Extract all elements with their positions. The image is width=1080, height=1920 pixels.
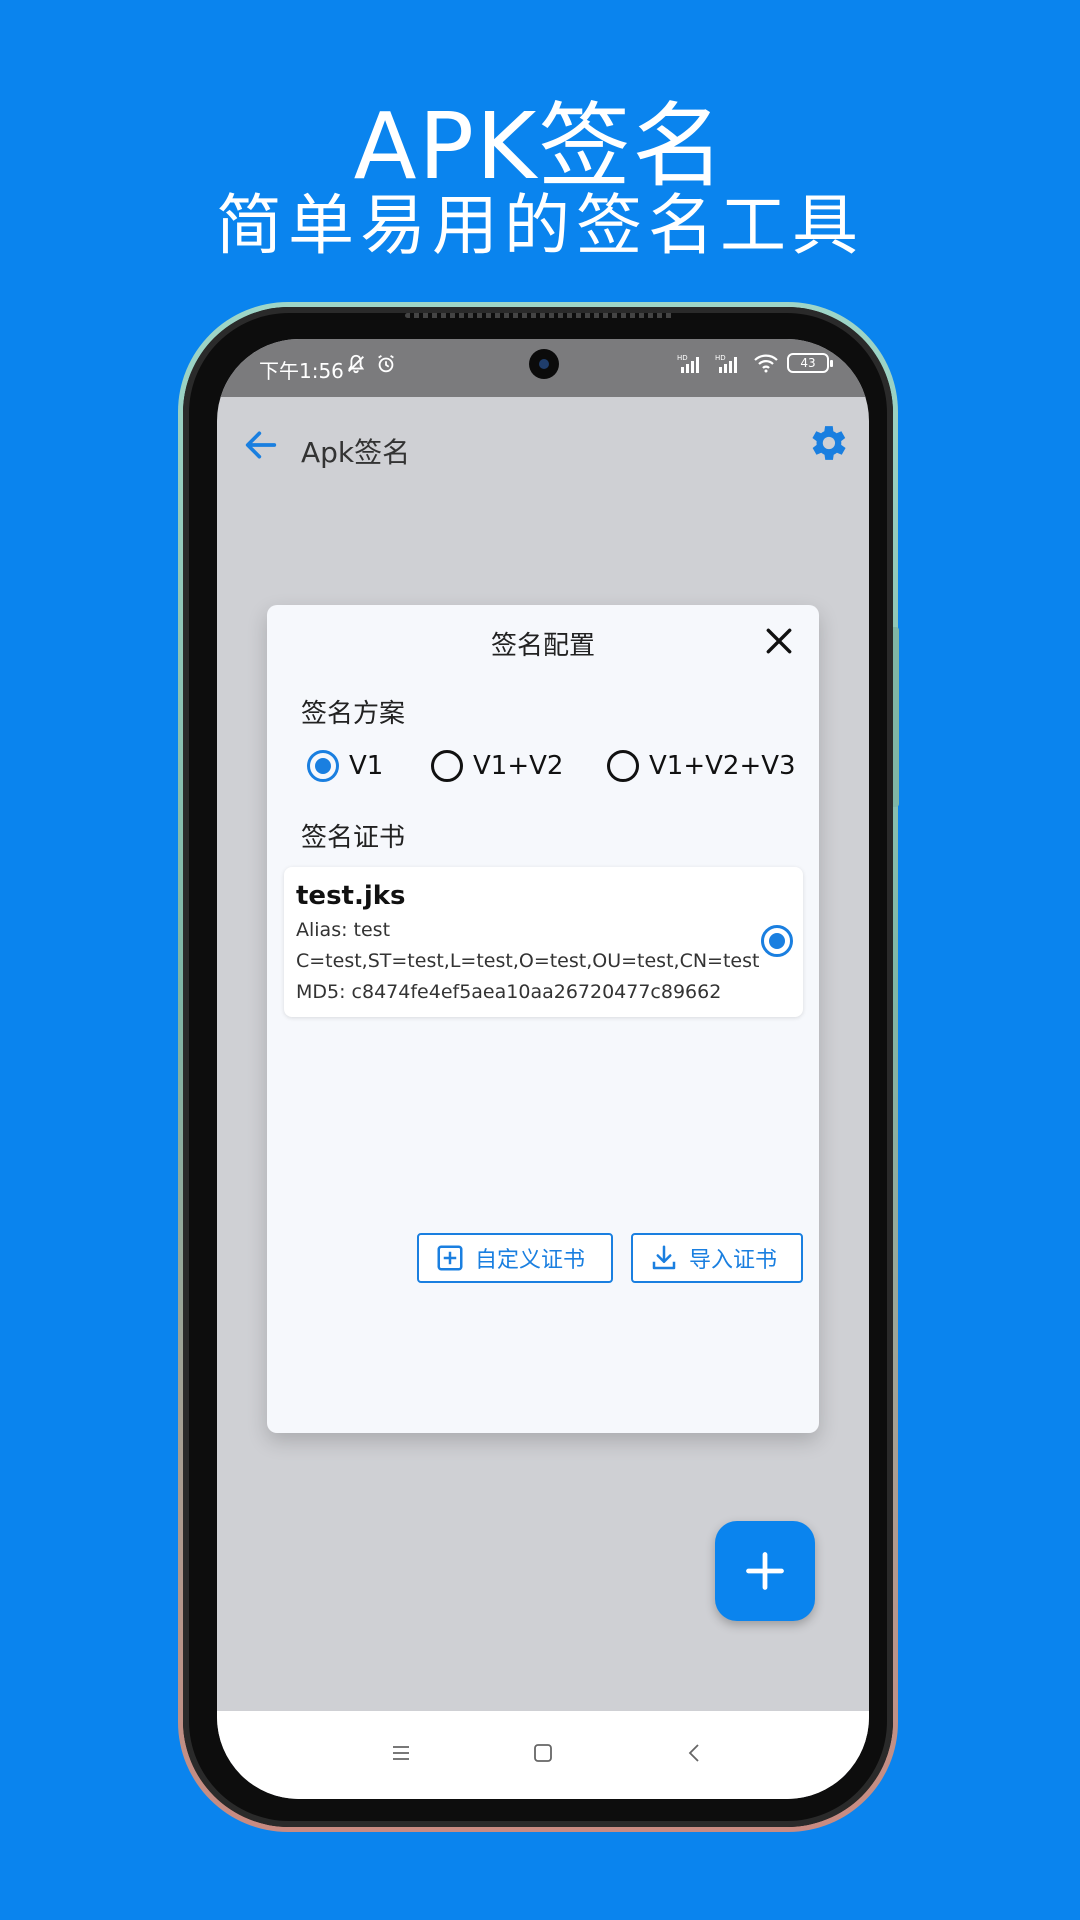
wifi-icon [754,354,778,373]
chevron-left-icon [688,1744,699,1762]
custom-cert-label: 自定义证书 [475,1248,586,1273]
phone-bezel: 下午1:56 HD HD 43 Apk签名 签名配置 签名方案 V1 V1+V2… [183,307,899,1827]
nav-back-button[interactable] [683,1741,707,1769]
scheme-option-v1v2[interactable]: V1+V2 [431,750,563,782]
settings-button[interactable] [799,415,855,471]
cert-label: 签名证书 [301,823,406,853]
status-icons-left [345,353,397,375]
bell-off-icon [347,354,365,374]
add-fab[interactable] [715,1521,815,1621]
battery-indicator: 43 [787,353,833,373]
side-button [893,627,899,807]
signal-icon: HD [677,354,699,373]
dialog-actions: 自定义证书 导入证书 [417,1233,803,1283]
nav-recents-button[interactable] [389,1741,413,1769]
import-cert-label: 导入证书 [689,1248,778,1273]
dialog-close-button[interactable] [759,621,799,661]
signal-icon-2: HD [715,354,737,373]
hero-subtitle: 简单易用的签名工具 [216,187,864,264]
plus-box-icon [437,1245,463,1271]
phone-frame: 下午1:56 HD HD 43 Apk签名 签名配置 签名方案 V1 V1+V2… [178,302,899,1832]
plus-icon [746,1552,784,1590]
radio-unchecked-icon [431,750,463,782]
status-bar: 下午1:56 HD HD 43 [217,339,869,397]
close-icon [766,628,792,654]
status-time: 下午1:56 [259,359,344,383]
gear-icon [812,426,846,460]
square-icon [534,1744,552,1762]
app-title: Apk签名 [301,436,411,469]
certificate-card[interactable]: test.jks Alias: test C=test,ST=test,L=te… [284,867,803,1017]
app-bar: Apk签名 [217,397,869,507]
signing-config-dialog: 签名配置 签名方案 V1 V1+V2 V1+V2+V3 签名证书 test.jk… [267,605,819,1433]
status-icons-right: HD HD 43 [677,353,833,373]
cert-alias: Alias: test [296,919,391,941]
cert-radio[interactable] [761,925,793,957]
scheme-option-label: V1 [349,751,384,781]
arrow-left-icon [245,431,277,459]
svg-text:HD: HD [715,354,726,362]
radio-checked-icon [307,750,339,782]
radio-unchecked-icon [607,750,639,782]
scheme-option-v1v2v3[interactable]: V1+V2+V3 [607,750,796,782]
screen: 下午1:56 HD HD 43 Apk签名 签名配置 签名方案 V1 V1+V2… [217,339,869,1799]
cert-dn: C=test,ST=test,L=test,O=test,OU=test,CN=… [296,950,760,972]
dialog-title: 签名配置 [490,631,595,661]
svg-text:HD: HD [677,354,688,362]
alarm-icon [378,354,394,373]
download-icon [652,1245,676,1270]
scheme-label: 签名方案 [301,699,406,729]
scheme-radio-group: V1 V1+V2 V1+V2+V3 [307,750,807,790]
nav-home-button[interactable] [531,1741,555,1769]
scheme-option-label: V1+V2+V3 [649,751,796,781]
back-button[interactable] [237,421,285,469]
front-camera [529,349,559,379]
scheme-option-label: V1+V2 [473,751,564,781]
cert-name: test.jks [296,881,406,911]
custom-cert-button[interactable]: 自定义证书 [417,1233,613,1283]
import-cert-button[interactable]: 导入证书 [631,1233,803,1283]
system-nav-bar [217,1711,869,1799]
menu-icon [393,1746,409,1760]
scheme-option-v1[interactable]: V1 [307,750,383,782]
speaker-grill [405,313,675,318]
cert-md5: MD5: c8474fe4ef5aea10aa26720477c89662 [296,981,722,1003]
